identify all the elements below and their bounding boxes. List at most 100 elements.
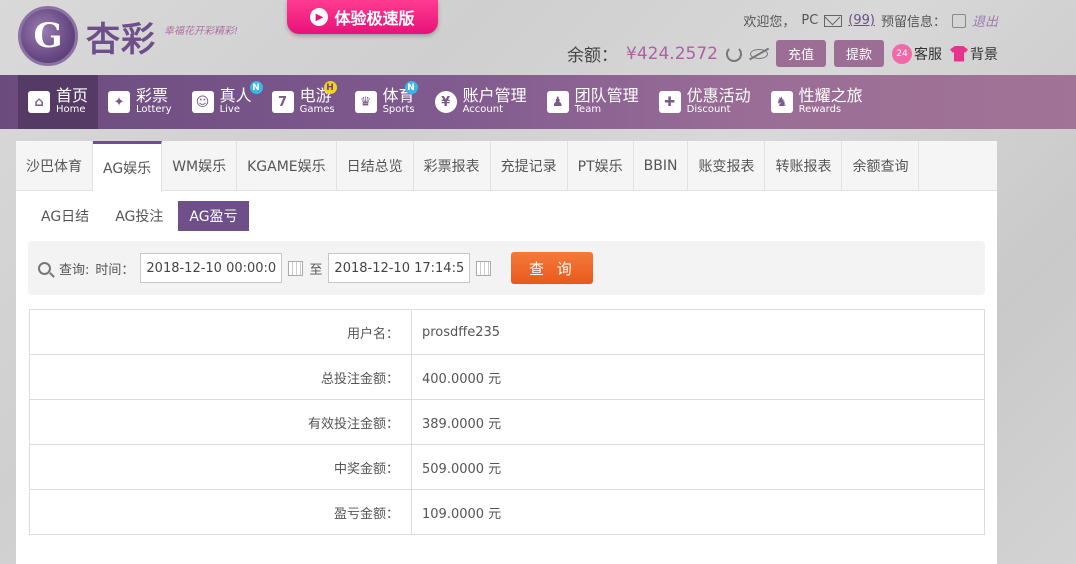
- nav-item-label: 真人: [219, 86, 252, 106]
- ag-subtab[interactable]: AG盈亏: [178, 201, 249, 231]
- customer-service-label: 客服: [914, 46, 942, 63]
- report-tab[interactable]: PT娱乐: [568, 141, 634, 191]
- withdraw-button[interactable]: 提款: [833, 40, 884, 67]
- nav-item-sublabel: Games: [299, 104, 335, 116]
- table-row: 用户名： prosdffe235: [29, 309, 985, 355]
- nav-item-text: 真人 Live: [220, 88, 252, 115]
- row-value: prosdffe235: [411, 309, 985, 355]
- table-row: 盈亏金额： 109.0000 元: [29, 489, 985, 535]
- report-tab[interactable]: 彩票报表: [414, 141, 491, 191]
- row-value: 389.0000 元: [411, 399, 985, 445]
- nav-item-sublabel: Lottery: [136, 104, 172, 116]
- sports-icon: ♛: [354, 91, 377, 113]
- row-label: 盈亏金额：: [29, 489, 412, 535]
- username: PC: [801, 13, 819, 28]
- nav-item-sublabel: Sports: [382, 104, 415, 116]
- discount-icon: ✚: [658, 91, 681, 113]
- nav-item-sublabel: Account: [462, 104, 504, 116]
- live-icon: ☺: [191, 91, 214, 113]
- calendar-icon[interactable]: [476, 260, 492, 276]
- new-badge: H: [323, 81, 337, 94]
- report-tab[interactable]: 沙巴体育: [16, 141, 93, 191]
- nav-item-label: 优惠活动: [686, 86, 751, 106]
- welcome-text: 欢迎您，: [743, 15, 796, 30]
- team-icon: ♟: [546, 91, 569, 113]
- nav-item-sports[interactable]: ♛ 体育 Sports N: [345, 75, 425, 129]
- message-count-link[interactable]: (99): [848, 13, 875, 28]
- nav-item-live[interactable]: ☺ 真人 Live N: [182, 75, 263, 129]
- logo-name: 杏彩: [86, 19, 156, 60]
- search-icon: [38, 261, 51, 275]
- nav-item-games[interactable]: 7 电游 Games H: [262, 75, 345, 129]
- edit-icon: [951, 13, 966, 28]
- end-date-input[interactable]: [328, 253, 471, 283]
- mail-icon[interactable]: [824, 14, 843, 27]
- user-top-links: 欢迎您， PC (99) 预留信息： 退出: [743, 11, 998, 30]
- nav-item-label: 彩票: [136, 86, 169, 106]
- nav-item-label: 首页: [56, 86, 89, 106]
- nav-item-team[interactable]: ♟ 团队管理 Team: [537, 75, 649, 129]
- background-label: 背景: [970, 46, 998, 63]
- query-button[interactable]: 查 询: [511, 252, 594, 284]
- report-tab[interactable]: BBIN: [634, 141, 689, 191]
- ag-subtabs: AG日结 AG投注 AG盈亏: [16, 191, 997, 231]
- nav-item-sublabel: Rewards: [798, 104, 842, 116]
- nav-item-lottery[interactable]: ✦ 彩票 Lottery: [98, 75, 182, 129]
- to-label: 至: [309, 262, 323, 278]
- balance-label: 余额：: [567, 46, 619, 66]
- headset-icon: 24: [892, 43, 912, 64]
- ag-subtab[interactable]: AG投注: [104, 201, 174, 231]
- nav-item-rewards[interactable]: ♞ 性耀之旅 Rewards: [761, 75, 873, 129]
- report-tab[interactable]: 账变报表: [688, 141, 766, 191]
- balance-row: 余额： ¥424.2572 充值 提款 24 客服 背景: [567, 40, 998, 67]
- ag-subtab[interactable]: AG日结: [30, 201, 100, 231]
- balance-value: ¥424.2572: [626, 43, 718, 64]
- hide-balance-icon[interactable]: [749, 48, 768, 59]
- site-logo[interactable]: G 杏彩 幸福花开彩精彩!: [18, 6, 238, 66]
- nav-item-label: 团队管理: [574, 86, 639, 106]
- report-tab[interactable]: KGAME娱乐: [237, 141, 337, 191]
- calendar-icon[interactable]: [288, 260, 304, 276]
- games-icon: 7: [271, 91, 294, 113]
- nav-item-text: 账户管理 Account: [463, 88, 527, 115]
- table-row: 中奖金额： 509.0000 元: [29, 444, 985, 490]
- report-tab[interactable]: AG娱乐: [93, 141, 163, 192]
- start-date-input[interactable]: [140, 253, 283, 283]
- row-label: 中奖金额：: [29, 444, 412, 490]
- logout-link[interactable]: 退出: [972, 11, 998, 30]
- account-icon: ¥: [434, 91, 457, 113]
- result-table: 用户名： prosdffe235 总投注金额： 400.0000 元有效投注金额： 38…: [29, 309, 985, 535]
- nav-item-home[interactable]: ⌂ 首页 Home: [18, 75, 99, 129]
- fast-version-button[interactable]: ▶ 体验极速版: [287, 0, 438, 34]
- nav-item-label: 性耀之旅: [798, 86, 863, 106]
- deposit-button[interactable]: 充值: [775, 40, 826, 67]
- nav-item-text: 首页 Home: [56, 88, 88, 115]
- nav-item-account[interactable]: ¥ 账户管理 Account: [425, 75, 537, 129]
- report-tab[interactable]: WM娱乐: [162, 141, 238, 191]
- report-tab[interactable]: 充提记录: [491, 141, 568, 191]
- refresh-icon[interactable]: [725, 45, 742, 62]
- play-icon: ▶: [310, 8, 329, 26]
- nav-item-sublabel: Team: [574, 104, 602, 116]
- nav-item-sublabel: Home: [56, 104, 86, 116]
- report-tab[interactable]: 余额查询: [842, 141, 920, 191]
- row-value: 400.0000 元: [411, 354, 985, 400]
- logo-slogan: 幸福花开彩精彩!: [164, 25, 239, 37]
- shirt-icon: [950, 45, 968, 62]
- nav-item-text: 优惠活动 Discount: [687, 88, 751, 115]
- table-row: 有效投注金额： 389.0000 元: [29, 399, 985, 445]
- report-panel: 沙巴体育 AG娱乐 WM娱乐 KGAME娱乐 日结总览 彩票报表 充提记录 PT娱乐 BBIN 账…: [16, 141, 997, 564]
- site-header: G 杏彩 幸福花开彩精彩! ▶ 体验极速版 欢迎您， PC (99) 预留信息：…: [0, 0, 1076, 75]
- logo-emblem: G: [18, 6, 78, 66]
- home-icon: ⌂: [28, 91, 50, 113]
- report-tab[interactable]: 日结总览: [337, 141, 414, 191]
- query-bar: 查询: 时间： 至 查 询: [28, 241, 985, 295]
- row-label: 用户名：: [29, 309, 412, 355]
- customer-service-link[interactable]: 24 客服: [892, 43, 942, 64]
- report-tab[interactable]: 转账报表: [765, 141, 843, 191]
- lottery-icon: ✦: [108, 91, 131, 113]
- query-label: 查询:: [59, 262, 90, 278]
- nav-item-discount[interactable]: ✚ 优惠活动 Discount: [649, 75, 761, 129]
- row-value: 109.0000 元: [411, 489, 985, 535]
- background-link[interactable]: 背景: [950, 44, 998, 64]
